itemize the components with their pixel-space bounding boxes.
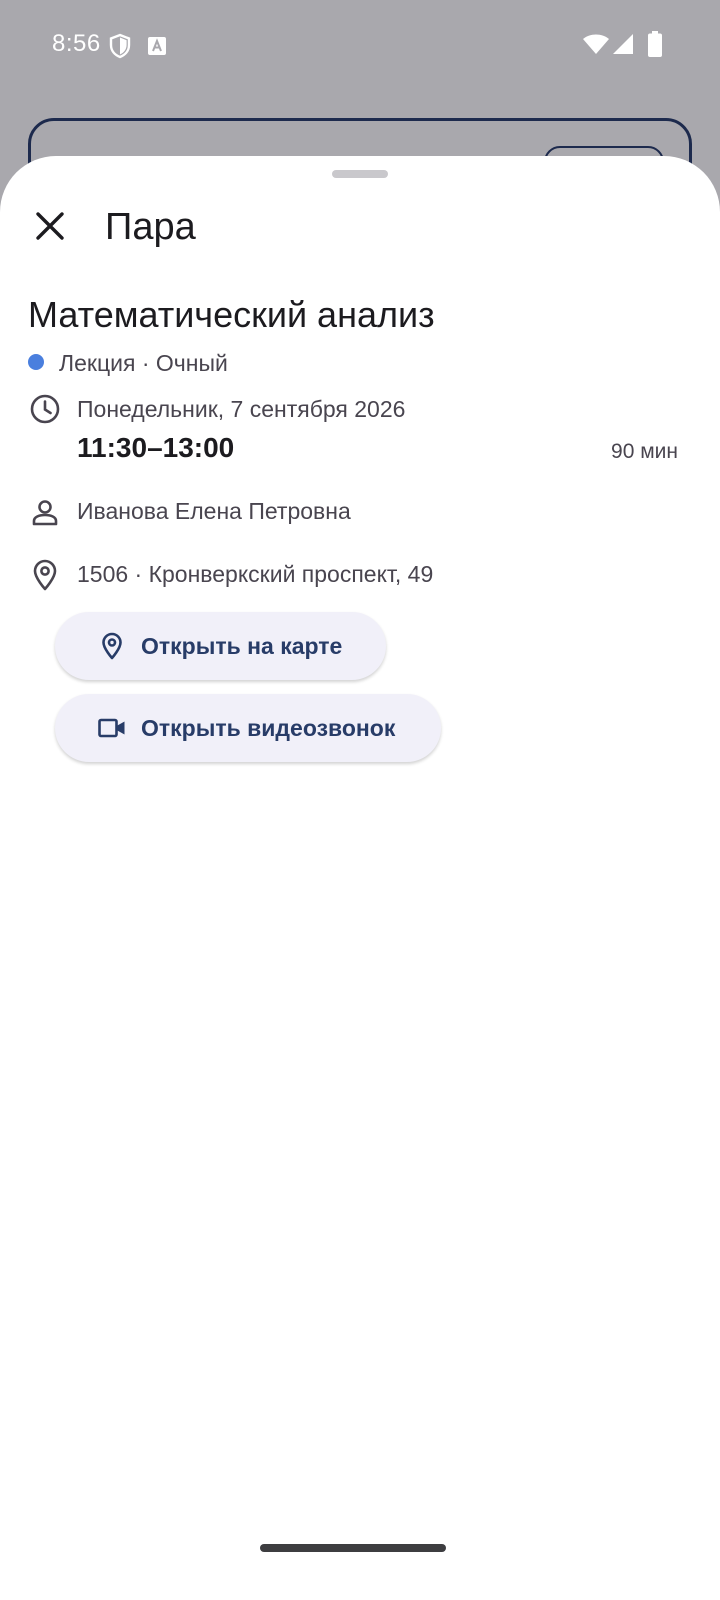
sheet-title: Пара xyxy=(105,206,196,248)
home-indicator[interactable] xyxy=(260,1544,446,1552)
a-icon xyxy=(148,37,166,55)
teacher-name: Иванова Елена Петровна xyxy=(77,498,351,524)
battery-icon xyxy=(648,31,662,57)
lesson-type-dot xyxy=(28,354,44,370)
clock-icon xyxy=(30,394,60,424)
lesson-duration: 90 мин xyxy=(611,440,678,463)
lesson-type-label: Лекция · Очный xyxy=(59,350,228,376)
location-pin-icon xyxy=(33,559,57,591)
open-video-call-label: Открыть видеозвонок xyxy=(141,714,396,741)
shield-icon xyxy=(109,33,131,59)
course-title: Математический анализ xyxy=(28,294,435,335)
open-video-call-button[interactable]: Открыть видеозвонок xyxy=(55,694,441,762)
location-pin-icon xyxy=(102,632,122,660)
lesson-bottom-sheet: Пара Математический анализ Лекция · Очны… xyxy=(0,156,720,1600)
video-camera-icon xyxy=(98,718,125,738)
status-bar: 8:56 xyxy=(0,0,720,92)
status-time: 8:56 xyxy=(52,30,101,57)
signal-icon xyxy=(613,34,633,54)
wifi-icon xyxy=(583,34,609,54)
drag-handle[interactable] xyxy=(332,170,388,178)
person-icon xyxy=(32,500,58,526)
lesson-date: Понедельник, 7 сентября 2026 xyxy=(77,396,406,422)
close-icon[interactable] xyxy=(30,206,70,246)
lesson-location: 1506 · Кронверкский проспект, 49 xyxy=(77,561,434,587)
open-map-button[interactable]: Открыть на карте xyxy=(55,612,386,680)
lesson-time: 11:30–13:00 xyxy=(77,432,235,463)
open-map-label: Открыть на карте xyxy=(141,632,343,659)
